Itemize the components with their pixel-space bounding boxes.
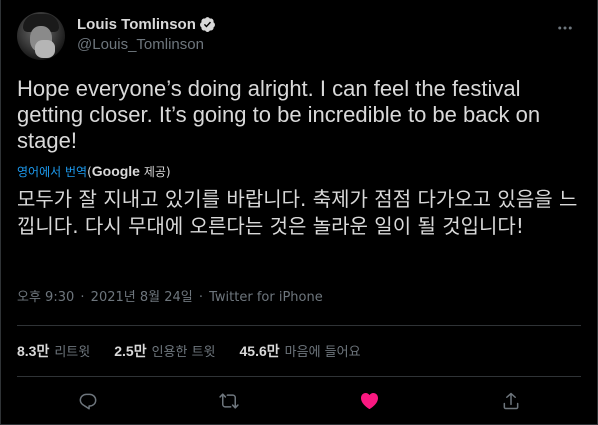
reply-button[interactable] [71,386,105,416]
retweet-icon [218,393,239,409]
retweets-label: 리트윗 [54,345,91,360]
retweets-count: 8.3만 [17,343,50,359]
reply-icon [79,393,96,410]
display-name-row[interactable]: Louis Tomlinson [77,15,216,34]
tweet-stats: 8.3만 리트윗 2.5만 인용한 트윗 45.6만 마음에 들어요 [17,343,361,361]
quotes-label: 인용한 트윗 [151,345,216,360]
share-button[interactable] [494,386,528,416]
meta-separator: · [80,290,85,305]
tweet-source[interactable]: Twitter for iPhone [209,290,323,305]
user-handle[interactable]: @Louis_Tomlinson [77,35,216,54]
retweet-button[interactable] [212,386,246,416]
quotes-stat[interactable]: 2.5만 인용한 트윗 [114,343,215,361]
tweet-detail: Louis Tomlinson @Louis_Tomlinson Hope ev… [0,0,598,425]
translate-link[interactable]: 영어에서 번역 [17,165,87,179]
divider [17,325,581,326]
tweet-date[interactable]: 2021년 8월 24일 [91,290,193,305]
translation-attribution: 영어에서 번역(Google 제공) [17,163,171,180]
translate-provided-label: 제공) [143,165,171,179]
divider [17,376,581,377]
verified-badge-icon [199,17,215,32]
display-name[interactable]: Louis Tomlinson [77,15,196,34]
translated-text: 모두가 잘 지내고 있기를 바랍니다. 축제가 점점 다가오고 있음을 느낍니다… [17,187,578,238]
google-label: Google [91,163,140,179]
avatar[interactable] [17,12,65,60]
retweets-stat[interactable]: 8.3만 리트윗 [17,343,90,361]
tweet-time[interactable]: 오후 9:30 [17,290,74,305]
likes-label: 마음에 들어요 [284,345,361,360]
user-names: Louis Tomlinson @Louis_Tomlinson [77,15,216,54]
tweet-meta: 오후 9:30 · 2021년 8월 24일 · Twitter for iPh… [17,290,323,306]
more-horizontal-icon[interactable] [555,18,575,38]
action-bar [17,386,581,416]
quotes-count: 2.5만 [114,343,147,359]
likes-count: 45.6만 [239,343,280,359]
like-button[interactable] [353,386,387,416]
tweet-text: Hope everyone’s doing alright. I can fee… [17,76,541,153]
share-icon [503,392,518,410]
likes-stat[interactable]: 45.6만 마음에 들어요 [240,343,361,361]
tweet-header: Louis Tomlinson @Louis_Tomlinson [17,12,581,60]
heart-filled-icon [361,393,378,409]
meta-separator: · [198,290,203,305]
